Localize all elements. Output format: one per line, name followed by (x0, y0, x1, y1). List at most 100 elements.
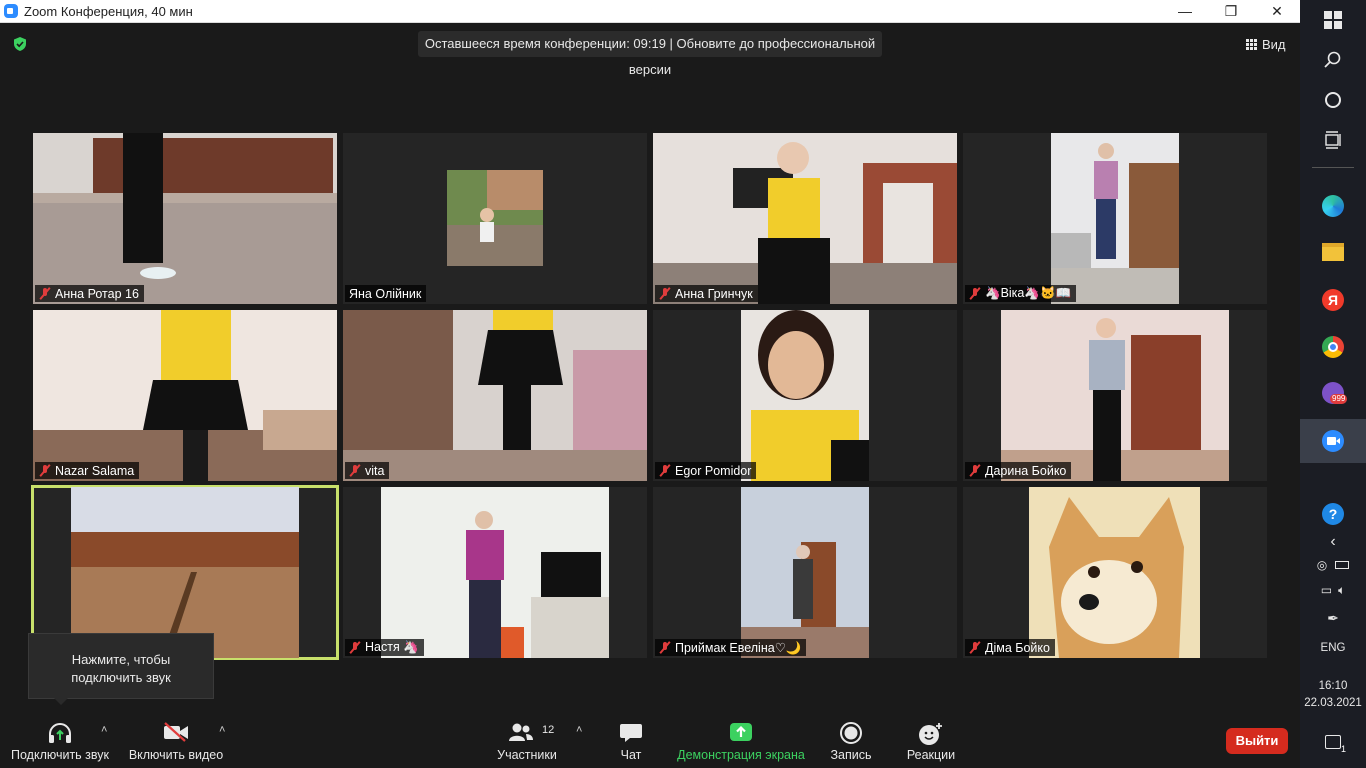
zoom-window: Zoom Конференция, 40 мин — ❐ ✕ Оставшеес… (0, 0, 1300, 768)
taskbar-app-zoom[interactable] (1300, 419, 1366, 463)
tooltip-line-1: Нажмите, чтобы (71, 652, 171, 667)
participant-nameplate: vita (345, 462, 390, 479)
taskbar-clock-time[interactable]: 16:10 (1300, 680, 1366, 692)
start-video-button[interactable]: Включить видео (126, 710, 226, 768)
muted-mic-icon (659, 464, 671, 477)
muted-mic-icon (39, 287, 51, 300)
view-label: Вид (1262, 36, 1286, 52)
zoom-app-icon (4, 4, 18, 18)
participant-nameplate: Nazar Salama (35, 462, 140, 479)
volume-icon[interactable]: 🔈︎ (1338, 583, 1345, 598)
participant-video (33, 310, 337, 481)
muted-mic-icon (969, 641, 981, 654)
title-bar: Zoom Конференция, 40 мин — ❐ ✕ (0, 0, 1300, 23)
participant-tile[interactable]: Приймак Евеліна♡🌙 (653, 487, 957, 658)
participants-options-chevron-icon[interactable]: ˄ (576, 724, 582, 736)
participant-tile[interactable]: Nazar Salama (33, 310, 337, 481)
task-view-icon (1325, 131, 1341, 149)
share-screen-label: Демонстрация экрана (677, 748, 805, 762)
participant-tile[interactable]: Діма Бойко (963, 487, 1267, 658)
video-off-icon (164, 722, 188, 742)
participant-tile[interactable]: Анна Гринчук (653, 133, 957, 304)
folder-icon (1322, 243, 1344, 261)
participant-tile[interactable]: Egor Pomidor (653, 310, 957, 481)
cortana-button[interactable] (1300, 80, 1366, 120)
taskbar-separator (1312, 167, 1354, 168)
zoom-icon (1322, 430, 1344, 452)
participants-button[interactable]: Участники (492, 710, 562, 768)
meeting-toolbar: Подключить звук ˄ Включить видео ˄ Участ… (0, 710, 1300, 768)
muted-mic-icon (969, 464, 981, 477)
network-icon[interactable]: ▭ (1321, 583, 1332, 597)
cortana-circle-icon (1325, 92, 1341, 108)
security-shield-icon[interactable] (12, 36, 28, 52)
participant-tile[interactable]: 🦄Віка🦄🐱📖 (963, 133, 1267, 304)
participant-nameplate: 🦄Віка🦄🐱📖 (965, 285, 1077, 302)
join-audio-label: Подключить звук (11, 748, 109, 762)
start-video-label: Включить видео (128, 748, 224, 762)
minimize-button[interactable]: — (1162, 0, 1208, 23)
chat-button[interactable]: Чат (606, 710, 656, 768)
share-screen-button[interactable]: Демонстрация экрана (672, 710, 810, 768)
join-audio-button[interactable]: Подключить звук (8, 710, 112, 768)
muted-mic-icon (969, 287, 981, 300)
meeting-timer-banner[interactable]: Оставшееся время конференции: 09:19 | Об… (418, 31, 882, 77)
chat-label: Чат (620, 748, 642, 762)
record-label: Запись (830, 748, 872, 762)
participant-video (1001, 310, 1229, 481)
taskbar-clock-date[interactable]: 22.03.2021 (1300, 697, 1366, 709)
windows-start-button[interactable] (1300, 0, 1366, 40)
taskbar-app-chrome[interactable] (1300, 327, 1366, 367)
tray-row-1: ◎ (1300, 553, 1366, 577)
tray-row-2: ▭ 🔈︎ (1300, 578, 1366, 602)
participant-nameplate: Приймак Евеліна♡🌙 (655, 639, 807, 656)
leave-meeting-button[interactable]: Выйти (1226, 728, 1288, 754)
chevron-left-icon: ‹ (1330, 533, 1336, 550)
participant-nameplate: Egor Pomidor (655, 462, 757, 479)
participants-count: 12 (542, 724, 555, 736)
join-audio-tooltip: Нажмите, чтобы подключить звук (28, 633, 214, 705)
language-indicator[interactable]: ENG (1300, 642, 1366, 654)
muted-mic-icon (659, 287, 671, 300)
participant-video (741, 487, 869, 658)
action-center-button[interactable]: 1 (1300, 722, 1366, 762)
participant-tile[interactable]: Анна Ротар 16 (33, 133, 337, 304)
audio-options-chevron-icon[interactable]: ˄ (101, 724, 107, 736)
taskbar-app-viber[interactable]: 999 (1300, 373, 1366, 413)
participant-video (653, 133, 957, 304)
participant-nameplate: Діма Бойко (965, 639, 1055, 656)
grid-view-icon (1246, 38, 1257, 50)
muted-mic-icon (349, 641, 361, 654)
participant-tile[interactable]: Настя 🦄 (343, 487, 647, 658)
participant-name: Egor Pomidor (675, 463, 752, 478)
participant-nameplate: Анна Ротар 16 (35, 285, 144, 302)
record-icon (840, 722, 862, 744)
participant-tile[interactable]: Яна Олійник (343, 133, 647, 304)
taskbar-app-file-explorer[interactable] (1300, 232, 1366, 272)
participant-name: Анна Гринчук (675, 286, 753, 301)
reactions-button[interactable]: Реакции (900, 710, 962, 768)
battery-icon[interactable] (1335, 561, 1350, 569)
taskbar-search-button[interactable] (1300, 40, 1366, 80)
muted-mic-icon (659, 641, 671, 654)
close-button[interactable]: ✕ (1254, 0, 1300, 23)
participant-name: Приймак Евеліна♡🌙 (675, 640, 802, 655)
participant-nameplate: Настя 🦄 (345, 639, 424, 656)
location-icon[interactable]: ◎ (1317, 558, 1327, 572)
participant-video (741, 310, 869, 481)
task-view-button[interactable] (1300, 120, 1366, 160)
video-options-chevron-icon[interactable]: ˄ (219, 724, 225, 736)
participant-tile[interactable]: vita (343, 310, 647, 481)
viber-icon: 999 (1322, 382, 1348, 404)
participant-name: Діма Бойко (985, 640, 1050, 655)
taskbar-app-yandex-browser[interactable]: Я (1300, 280, 1366, 320)
record-button[interactable]: Запись (824, 710, 878, 768)
participant-name: Яна Олійник (349, 286, 422, 301)
taskbar-app-edge[interactable] (1300, 186, 1366, 226)
view-button[interactable]: Вид (1246, 35, 1286, 53)
participant-tile[interactable]: Дарина Бойко (963, 310, 1267, 481)
maximize-button[interactable]: ❐ (1208, 0, 1254, 23)
yandex-browser-icon: Я (1322, 289, 1344, 311)
pen-workspace-button[interactable]: ✒︎ (1300, 604, 1366, 632)
reactions-label: Реакции (906, 748, 956, 762)
